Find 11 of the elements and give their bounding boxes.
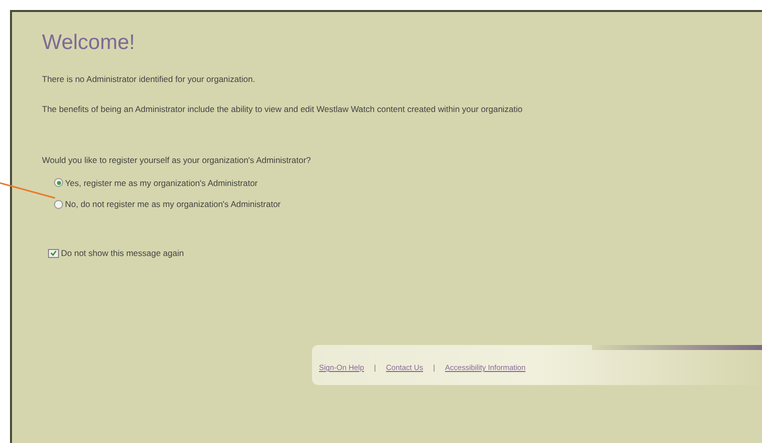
radio-label: No, do not register me as my organization's Administrator	[65, 198, 281, 211]
welcome-title: Welcome!	[42, 32, 135, 53]
leader-line	[0, 182, 56, 200]
info-paragraph: The benefits of being an Administrator include the ability to view and edit Westlaw Watch content created within your organizatio	[42, 102, 523, 116]
radio-button[interactable]	[54, 178, 63, 188]
radio-label: Yes, register me as my organization's Administrator	[65, 176, 258, 190]
radio-button[interactable]	[54, 200, 63, 210]
question-text: Would you like to register yourself as your organization's Administrator?	[42, 154, 311, 166]
checkbox-label: Do not show this message again	[61, 247, 184, 260]
info-paragraph: There is no Administrator identified for your organization.	[42, 73, 256, 86]
checkbox[interactable]	[48, 248, 59, 258]
